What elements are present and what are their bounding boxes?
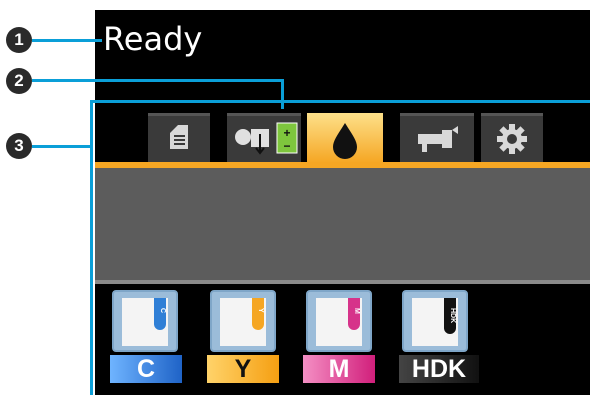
callout-1: 1 <box>6 27 32 53</box>
callout-2: 2 <box>6 68 32 94</box>
info-panel <box>95 168 590 280</box>
callout-3-line <box>32 145 92 148</box>
svg-text:−: − <box>283 139 290 153</box>
ink-level-y: Y <box>252 298 264 330</box>
callout-2-line-drop <box>281 79 284 109</box>
print-queue-tab[interactable] <box>148 113 210 163</box>
gear-icon <box>497 124 527 154</box>
ink-cartridge-m: M <box>306 290 372 352</box>
callout-3-bracket-vertical <box>90 100 93 395</box>
ink-level-m: M <box>348 298 360 330</box>
wrench-icon <box>418 126 458 152</box>
ink-level-hdk: HDK <box>444 298 456 334</box>
ink-drop-icon <box>333 123 357 159</box>
svg-text:+: + <box>283 126 290 140</box>
document-icon <box>170 125 188 149</box>
ink-cartridge-hdk: HDK <box>402 290 468 352</box>
ink-label-hdk: HDK <box>399 355 479 383</box>
ink-cartridge-c: C <box>112 290 178 352</box>
media-feed-adjust-icon: + − <box>235 122 298 155</box>
ink-label-y: Y <box>207 355 279 383</box>
ink-label-c: C <box>110 355 182 383</box>
maintenance-tab[interactable] <box>400 113 474 163</box>
callout-2-line <box>32 79 284 82</box>
status-text: Ready <box>103 20 203 58</box>
callout-1-line <box>32 39 102 42</box>
callout-3: 3 <box>6 133 32 159</box>
media-adjust-tab[interactable]: + − <box>227 113 301 163</box>
settings-tab[interactable] <box>481 113 543 163</box>
ink-level-c: C <box>154 298 166 330</box>
callout-3-bracket-top <box>90 100 590 103</box>
ink-tab[interactable] <box>307 113 383 163</box>
ink-label-m: M <box>303 355 375 383</box>
ink-cartridge-y: Y <box>210 290 276 352</box>
